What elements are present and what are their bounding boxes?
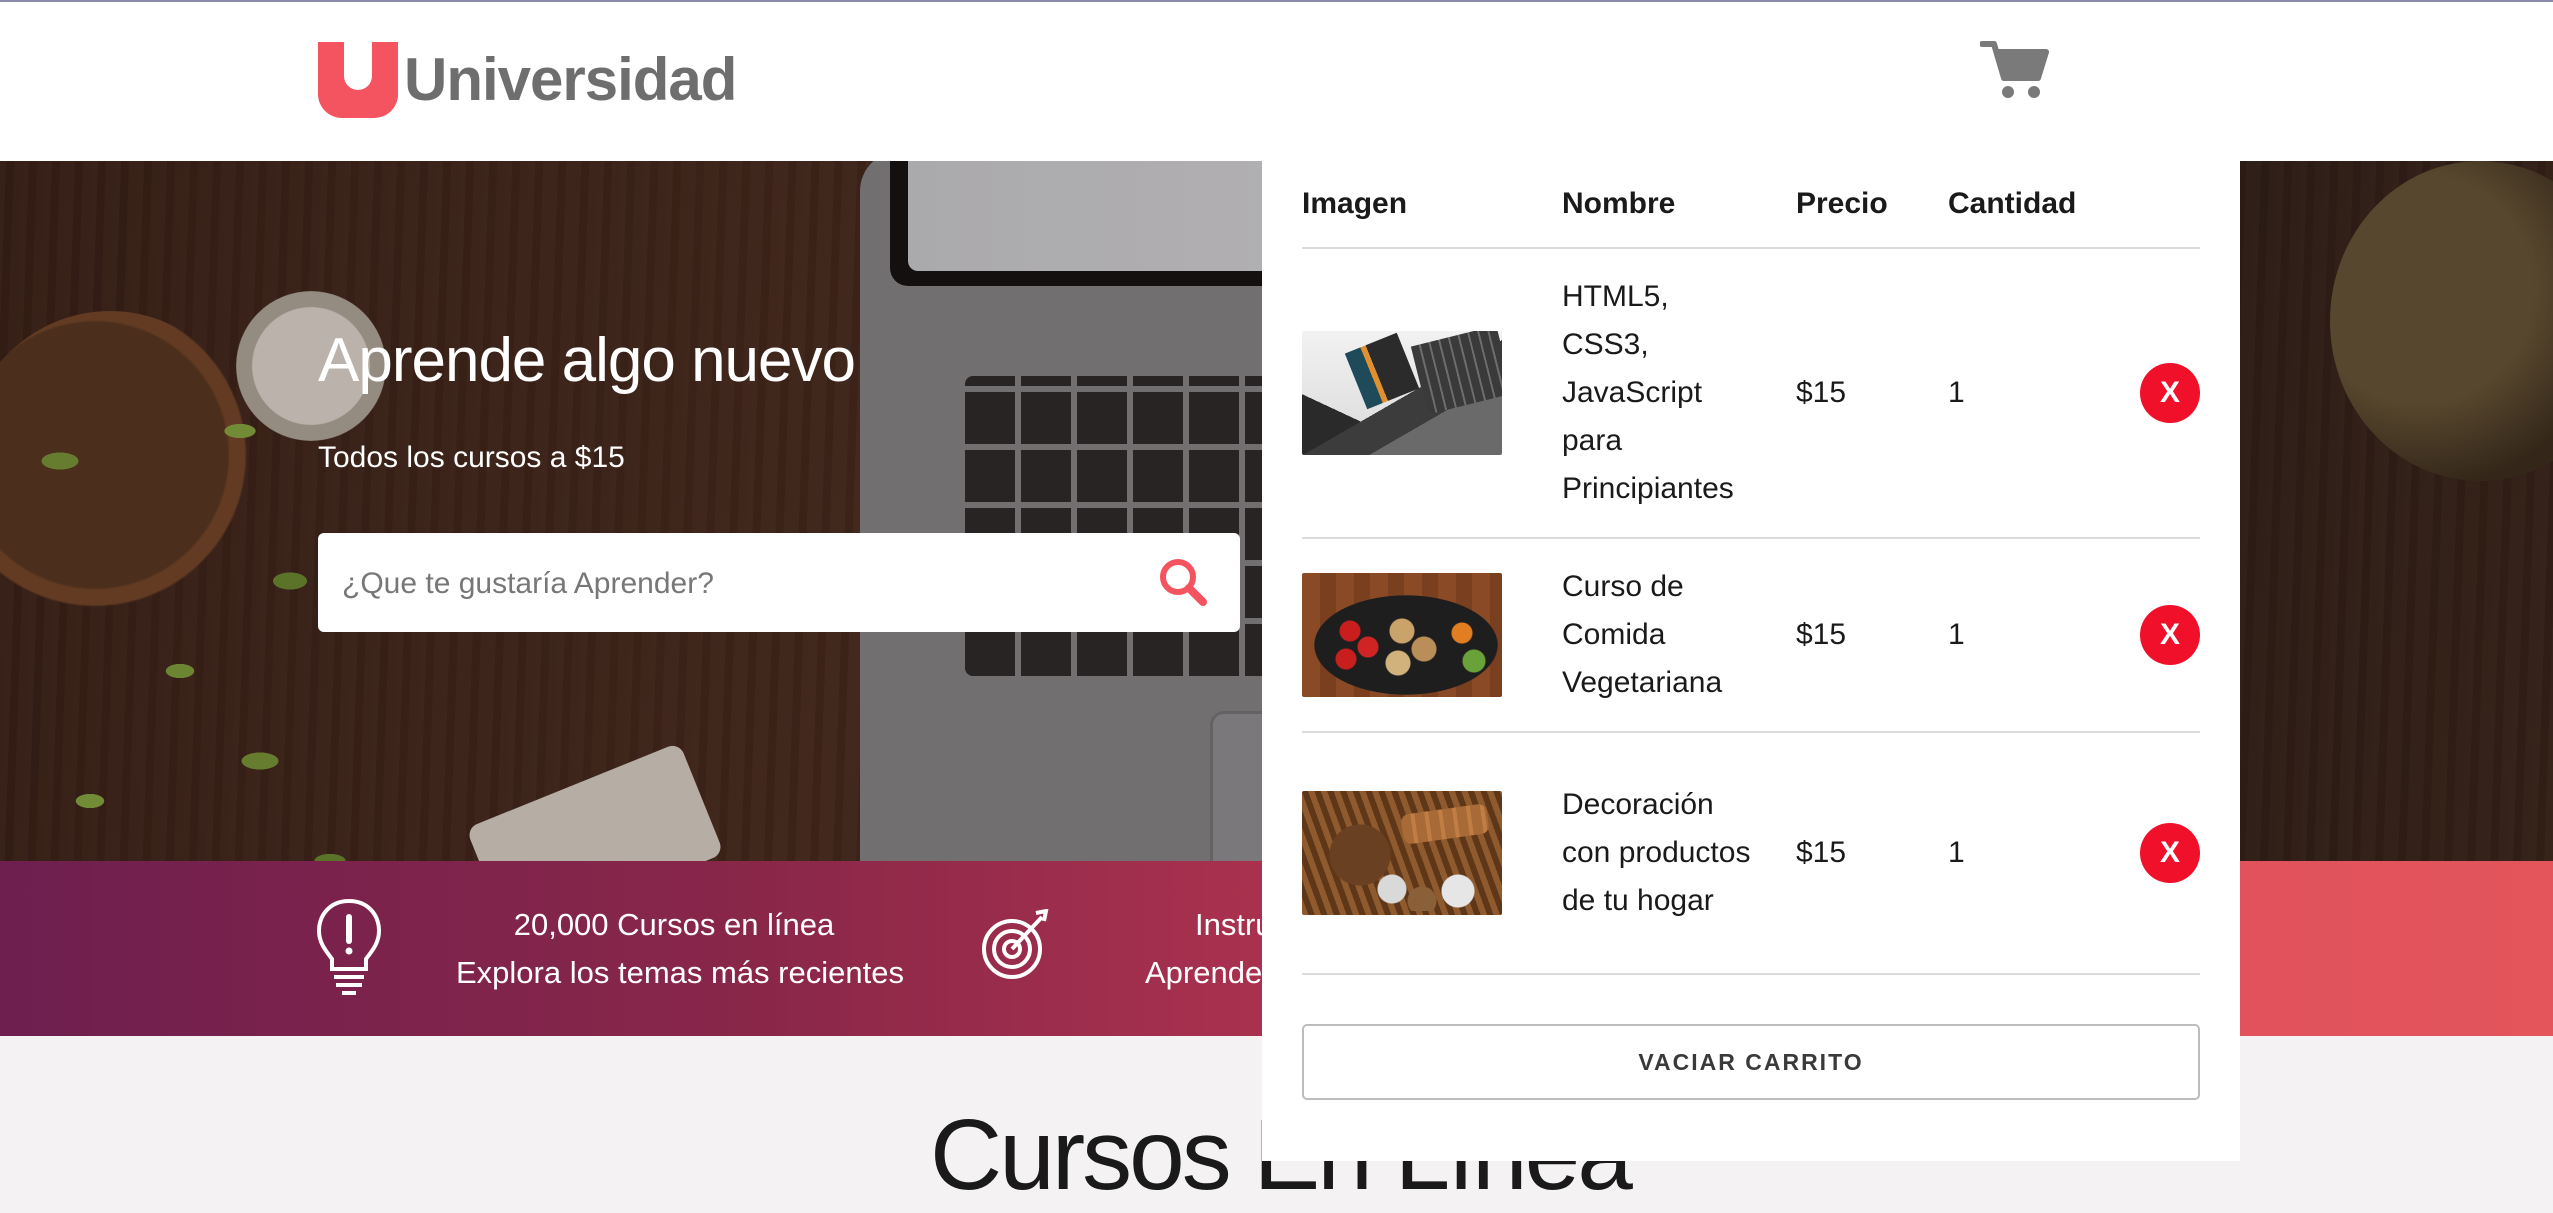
cart-table-header: Imagen Nombre Precio Cantidad <box>1302 161 2200 249</box>
feature-courses-title: 20,000 Cursos en línea <box>513 907 835 942</box>
cart-item-name: HTML5, CSS3, JavaScript para Principiant… <box>1562 280 1734 505</box>
cart-row: Decoración con productos de tu hogar $15… <box>1302 732 2200 975</box>
feature-courses: 20,000 Cursos en línea Explora los temas… <box>0 861 1273 1036</box>
column-header-quantity: Cantidad <box>1948 161 2138 249</box>
cart-item-quantity: 1 <box>1948 248 2138 539</box>
course-decor-thumbnail <box>1302 791 1502 915</box>
feature-courses-text: 20,000 Cursos en línea Explora los temas… <box>456 901 904 997</box>
cart-dropdown: Imagen Nombre Precio Cantidad HTML5, CSS… <box>1262 161 2240 1161</box>
logo[interactable]: Universidad <box>318 42 737 118</box>
remove-item-button[interactable]: X <box>2140 823 2200 883</box>
column-header-image: Imagen <box>1302 161 1562 249</box>
target-icon <box>982 909 1049 979</box>
cart-row: HTML5, CSS3, JavaScript para Principiant… <box>1302 248 2200 539</box>
lightbulb-icon <box>316 898 382 995</box>
cart-item-name: Curso de Comida Vegetariana <box>1562 570 1723 699</box>
empty-cart-button[interactable]: VACIAR CARRITO <box>1302 1024 2200 1100</box>
cart-item-name: Decoración con productos de tu hogar <box>1562 788 1751 917</box>
remove-item-button[interactable]: X <box>2140 363 2200 423</box>
logo-mark <box>318 42 398 118</box>
site-header: Universidad <box>0 0 2553 161</box>
cart-item-quantity: 1 <box>1948 538 2138 733</box>
hero-subtitle: Todos los cursos a $15 <box>318 441 625 474</box>
remove-item-button[interactable]: X <box>2140 605 2200 665</box>
logo-text: Universidad <box>404 46 737 113</box>
cart-row: Curso de Comida Vegetariana $15 1 X <box>1302 538 2200 733</box>
search-icon[interactable] <box>1158 557 1208 607</box>
cart-item-price: $15 <box>1796 538 1948 733</box>
feature-courses-subtitle: Explora los temas más recientes <box>456 955 904 990</box>
cart-item-price: $15 <box>1796 732 1948 975</box>
cart-item-quantity: 1 <box>1948 732 2138 975</box>
cart-table: Imagen Nombre Precio Cantidad HTML5, CSS… <box>1302 161 2200 975</box>
shopping-cart-icon[interactable] <box>1980 38 2050 100</box>
hero-title: Aprende algo nuevo <box>318 326 856 395</box>
search-input[interactable] <box>340 533 1124 634</box>
column-header-name: Nombre <box>1562 161 1796 249</box>
column-header-actions <box>2138 161 2200 249</box>
search-form <box>318 533 1240 634</box>
course-html-thumbnail <box>1302 331 1502 455</box>
course-food-thumbnail <box>1302 573 1502 697</box>
cart-item-price: $15 <box>1796 248 1948 539</box>
column-header-price: Precio <box>1796 161 1948 249</box>
